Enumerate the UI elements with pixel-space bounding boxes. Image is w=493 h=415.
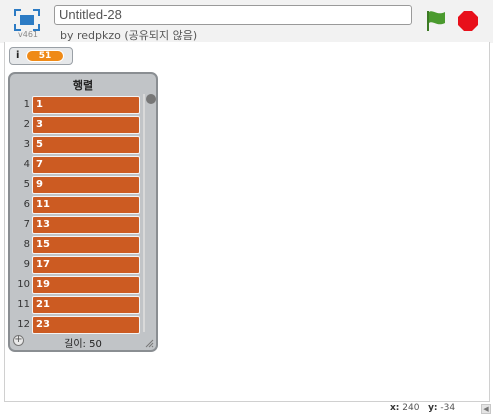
list-item-index: 6	[23, 199, 30, 210]
fullscreen-stage-icon[interactable]	[14, 9, 40, 31]
list-item-value[interactable]: 15	[32, 236, 140, 254]
y-coordinate-label: y:	[428, 403, 438, 413]
list-item: 23	[10, 116, 150, 134]
x-coordinate-value: 240	[402, 403, 420, 413]
list-item-index: 8	[23, 239, 30, 250]
list-item: 9 17	[10, 256, 150, 274]
list-item-index: 2	[23, 119, 30, 130]
list-length-label: 길이: 50	[64, 339, 102, 350]
list-item: 35	[10, 136, 150, 154]
list-item-value[interactable]: 5	[32, 136, 140, 154]
list-scrollbar-thumb[interactable]	[146, 94, 156, 104]
version-label: v461	[18, 30, 39, 39]
resize-handle-icon[interactable]	[144, 338, 154, 348]
mouse-coordinates: x: 240 y: -34	[390, 403, 455, 413]
list-item-index: 4	[23, 159, 30, 170]
list-item: 59	[10, 176, 150, 194]
list-item-value[interactable]: 11	[32, 196, 140, 214]
x-coordinate-label: x:	[390, 403, 400, 413]
list-item-value[interactable]: 9	[32, 176, 140, 194]
y-coordinate-value: -34	[440, 403, 456, 413]
list-items: 1 1 2 3 3 5 4 7 5 9 6 11 7 13 8 15 9 17 10 19 11 21 12 23	[10, 94, 156, 334]
list-item-index: 5	[23, 179, 30, 190]
list-item: 6 11	[10, 196, 150, 214]
list-item-index: 3	[23, 139, 30, 150]
list-item-index: 12	[17, 319, 30, 330]
player-header: v461 Untitled-28 by redpkzo (공유되지 않음)	[0, 0, 493, 43]
list-item-index: 10	[17, 279, 30, 290]
project-author-byline: by redpkzo (공유되지 않음)	[60, 29, 198, 42]
variable-monitor[interactable]: i 51	[9, 47, 73, 65]
list-item-index: 7	[23, 219, 30, 230]
list-title: 행렬	[72, 79, 94, 92]
list-item-index: 9	[23, 259, 30, 270]
list-item: 10 19	[10, 276, 150, 294]
list-item: 11	[10, 96, 150, 114]
list-footer: + 길이: 50	[10, 332, 156, 350]
list-item-value[interactable]: 13	[32, 216, 140, 234]
list-item-value[interactable]: 3	[32, 116, 140, 134]
list-monitor[interactable]: 행렬 1 1 2 3 3 5 4 7 5 9 6 11 7 13 8 15 9 17 10 19 11 21 12 23 + …	[8, 72, 158, 352]
list-item-value[interactable]: 21	[32, 296, 140, 314]
list-item: 7 13	[10, 216, 150, 234]
list-item-value[interactable]: 17	[32, 256, 140, 274]
list-item: 47	[10, 156, 150, 174]
list-item: 8 15	[10, 236, 150, 254]
scroll-left-arrow-icon[interactable]: ◀	[481, 404, 491, 414]
project-title-field[interactable]: Untitled-28	[54, 5, 412, 25]
variable-value: 51	[26, 50, 64, 62]
list-item-index: 11	[17, 299, 30, 310]
list-item: 11 21	[10, 296, 150, 314]
list-scroll-track[interactable]	[143, 94, 145, 332]
variable-name: i	[16, 50, 20, 61]
list-item-value[interactable]: 19	[32, 276, 140, 294]
green-flag-icon[interactable]	[425, 10, 447, 32]
stop-sign-icon[interactable]	[457, 10, 479, 32]
list-item-index: 1	[23, 99, 30, 110]
list-item-value[interactable]: 1	[32, 96, 140, 114]
list-item-value[interactable]: 7	[32, 156, 140, 174]
